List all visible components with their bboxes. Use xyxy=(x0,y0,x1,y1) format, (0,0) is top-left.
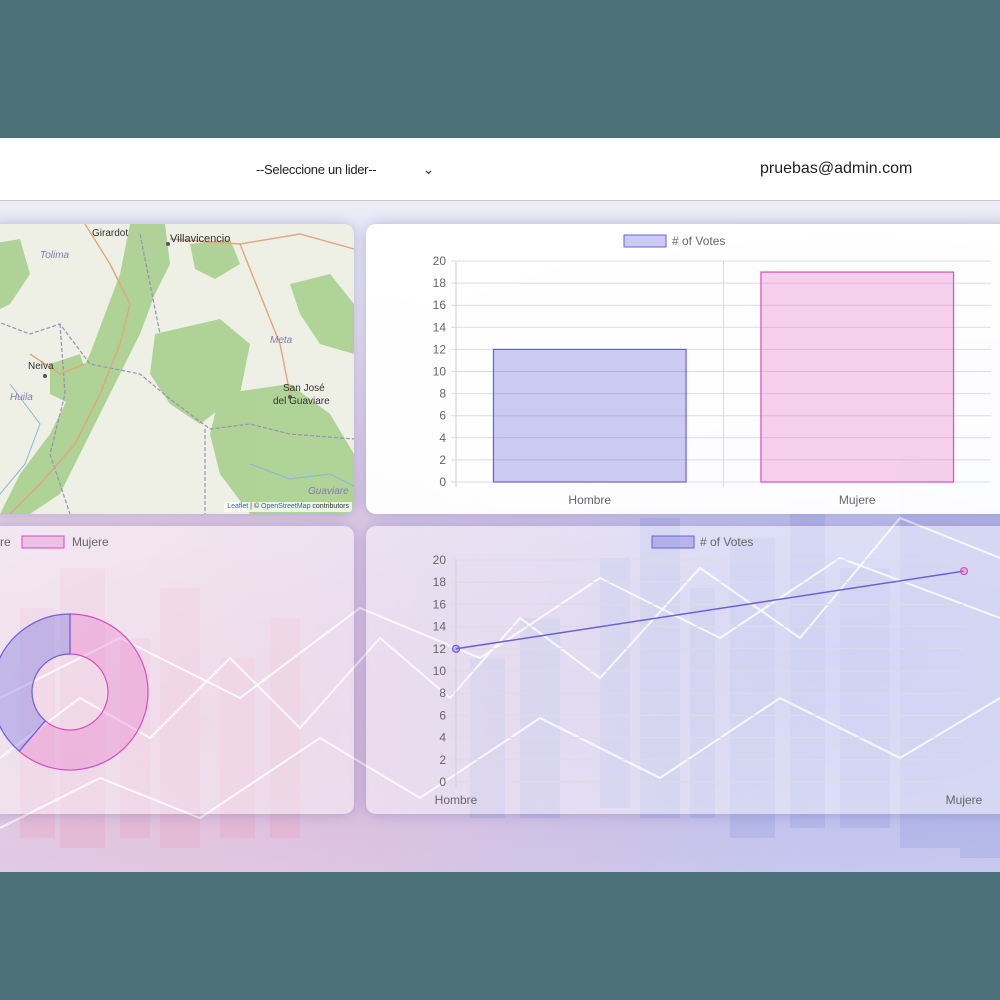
map-label-del-guaviare: del Guaviare xyxy=(273,396,330,407)
y-tick-label: 20 xyxy=(433,254,447,268)
x-tick-label: Hombre xyxy=(435,793,478,807)
y-tick-label: 14 xyxy=(433,620,447,634)
osm-link[interactable]: OpenStreetMap xyxy=(261,503,310,510)
y-tick-label: 12 xyxy=(433,642,447,656)
donut-chart: re Mujere xyxy=(0,535,149,771)
top-navbar: --Seleccione un lider-- ⌄ pruebas@admin.… xyxy=(0,138,1000,201)
map-tiles[interactable]: Girardot Villavicencio Tolima Meta Neiva… xyxy=(0,224,354,514)
bar-chart-card: 0 2 4 6 8 10 12 14 16 18 20 Hombre Mujere # of Votes xyxy=(366,224,1000,514)
y-tick-label: 16 xyxy=(433,597,447,611)
leader-select[interactable]: --Seleccione un lider-- ⌄ xyxy=(248,156,438,182)
user-email[interactable]: pruebas@admin.com xyxy=(760,156,912,182)
bar-chart: 0 2 4 6 8 10 12 14 16 18 20 Hombre Mujere # of Votes xyxy=(433,234,991,507)
y-tick-label: 20 xyxy=(433,553,447,567)
y-tick-label: 0 xyxy=(439,775,446,789)
y-tick-label: 14 xyxy=(433,320,447,334)
line-chart: 0 2 4 6 8 10 12 14 16 18 20 Hombre Mujere # of Votes xyxy=(433,535,983,807)
map-attribution: Leaflet | © OpenStreetMap contributors xyxy=(224,502,352,512)
y-tick-label: 6 xyxy=(439,409,446,423)
app-screen: --Seleccione un lider-- ⌄ pruebas@admin.… xyxy=(0,138,1000,872)
line-chart-card: 0 2 4 6 8 10 12 14 16 18 20 Hombre Mujere # of Votes xyxy=(366,526,1000,814)
y-tick-label: 4 xyxy=(439,731,446,745)
y-tick-label: 18 xyxy=(433,575,447,589)
map-label-san-jose: San José xyxy=(283,383,325,394)
x-tick-label: Mujere xyxy=(946,793,983,807)
map-label-villavicencio: Villavicencio xyxy=(170,233,230,245)
map-label-meta: Meta xyxy=(270,335,293,346)
y-tick-label: 2 xyxy=(439,453,446,467)
donut-chart-card: re Mujere xyxy=(0,526,354,814)
bar-hombre xyxy=(492,348,687,483)
y-tick-label: 6 xyxy=(439,708,446,722)
map-label-girardot: Girardot xyxy=(92,228,128,239)
bar-mujere xyxy=(760,271,955,483)
legend-swatch xyxy=(21,535,65,549)
data-point-mujere xyxy=(959,566,969,576)
y-tick-label: 10 xyxy=(433,365,447,379)
map-label-neiva: Neiva xyxy=(28,361,54,372)
y-tick-label: 18 xyxy=(433,276,447,290)
leaflet-link[interactable]: Leaflet xyxy=(227,503,248,510)
x-tick-label: Hombre xyxy=(568,493,611,507)
y-tick-label: 8 xyxy=(439,387,446,401)
y-tick-label: 0 xyxy=(439,475,446,489)
map-label-tolima: Tolima xyxy=(40,250,70,261)
legend-swatch xyxy=(651,535,695,549)
y-tick-label: 12 xyxy=(433,342,447,356)
y-tick-label: 4 xyxy=(439,431,446,445)
legend-label: # of Votes xyxy=(672,234,725,248)
legend-label: # of Votes xyxy=(700,535,753,549)
map-label-guaviare: Guaviare xyxy=(308,486,349,497)
leader-select-value: --Seleccione un lider-- xyxy=(256,161,377,177)
legend-label: re xyxy=(0,535,11,549)
legend-swatch xyxy=(623,234,667,248)
map-card[interactable]: Girardot Villavicencio Tolima Meta Neiva… xyxy=(0,224,354,514)
y-tick-label: 16 xyxy=(433,298,447,312)
data-point-hombre xyxy=(451,644,461,653)
x-tick-label: Mujere xyxy=(839,493,876,507)
legend-label: Mujere xyxy=(72,535,109,549)
y-tick-label: 2 xyxy=(439,753,446,767)
y-tick-label: 8 xyxy=(439,686,446,700)
y-tick-label: 10 xyxy=(433,664,447,678)
map-label-huila: Huila xyxy=(10,392,33,403)
chevron-down-icon: ⌄ xyxy=(422,160,435,177)
series-line xyxy=(455,570,965,650)
